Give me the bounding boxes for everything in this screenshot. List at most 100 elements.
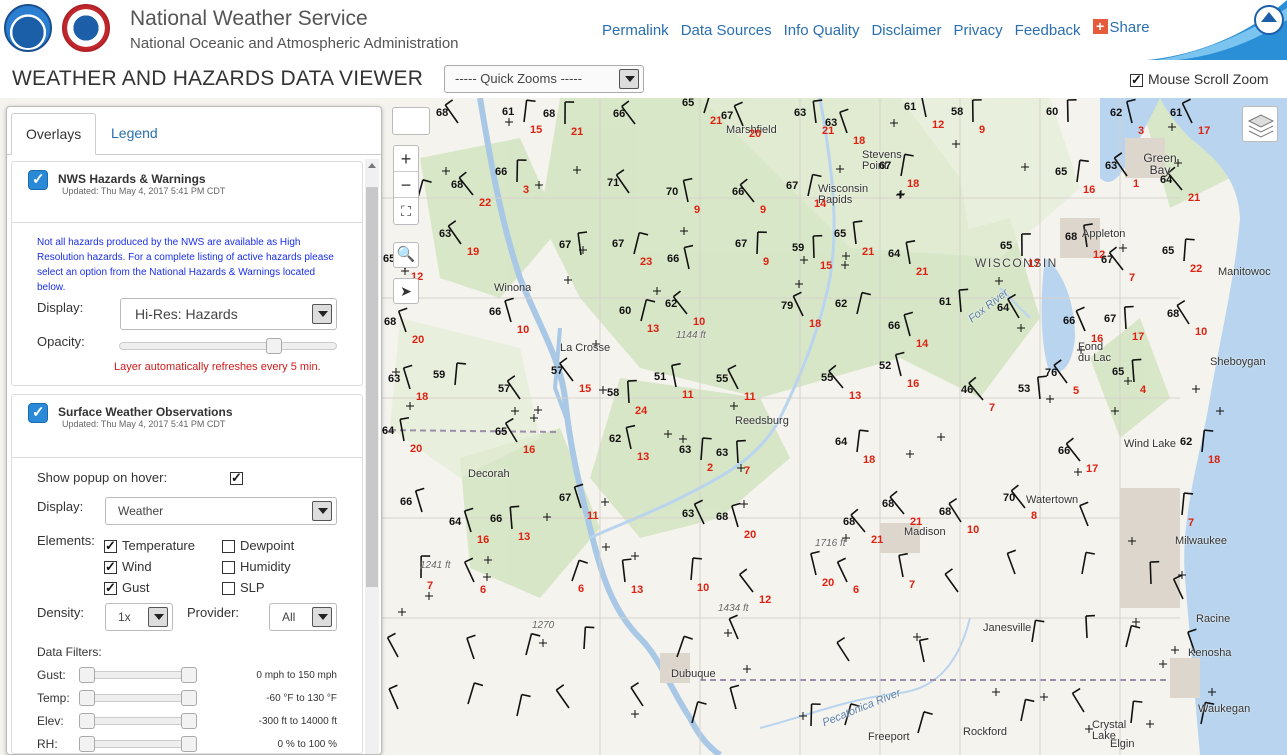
obs-temperature[interactable]: 63 — [439, 228, 451, 240]
nav-permalink[interactable]: Permalink — [602, 22, 669, 39]
obs-temperature[interactable]: 66 — [1063, 315, 1075, 327]
obs-gust[interactable]: 10 — [697, 582, 709, 594]
search-icon[interactable]: 🔍 — [393, 242, 419, 268]
chevron-down-icon[interactable] — [312, 607, 332, 627]
obs-gust[interactable]: 16 — [1083, 184, 1095, 196]
element-slp[interactable]: SLP — [222, 580, 265, 596]
obs-gust[interactable]: 21 — [862, 246, 874, 258]
filter-rh-min-handle[interactable] — [79, 736, 95, 752]
obs-gust[interactable]: 24 — [635, 405, 647, 417]
filter-temp-max-handle[interactable] — [181, 690, 197, 706]
obs-gust[interactable]: 7 — [909, 579, 915, 591]
obs-temperature[interactable]: 68 — [716, 511, 728, 523]
obs-temperature[interactable]: 55 — [821, 372, 833, 384]
obs-gust[interactable]: 20 — [410, 443, 422, 455]
panel-scrollbar[interactable] — [365, 159, 379, 754]
obs-temperature[interactable]: 68 — [1167, 308, 1179, 320]
obs-gust[interactable]: 17 — [1132, 331, 1144, 343]
obs-temperature[interactable]: 62 — [835, 298, 847, 310]
obs-temperature[interactable]: 70 — [666, 186, 678, 198]
filter-gust-max-handle[interactable] — [181, 667, 197, 683]
obs-temperature[interactable]: 58 — [951, 106, 963, 118]
obs-gust[interactable]: 13 — [647, 323, 659, 335]
obs-temperature[interactable]: 68 — [882, 498, 894, 510]
obs-temperature[interactable]: 65 — [1000, 240, 1012, 252]
obs-gust[interactable]: 20 — [744, 529, 756, 541]
obs-temperature[interactable]: 61 — [1170, 107, 1182, 119]
filter-gust-slider[interactable] — [79, 671, 197, 679]
surface-obs-checkbox[interactable] — [28, 403, 48, 423]
nav-disclaimer[interactable]: Disclaimer — [871, 22, 941, 39]
nav-info-quality[interactable]: Info Quality — [784, 22, 860, 39]
obs-temperature[interactable]: 68 — [543, 108, 555, 120]
obs-gust[interactable]: 4 — [1140, 384, 1146, 396]
obs-temperature[interactable]: 63 — [794, 107, 806, 119]
element-humidity[interactable]: Humidity — [222, 559, 291, 575]
obs-temperature[interactable]: 52 — [879, 360, 891, 372]
obs-temperature[interactable]: 67 — [735, 238, 747, 250]
obs-gust[interactable]: 20 — [412, 334, 424, 346]
element-gust[interactable]: Gust — [104, 580, 149, 596]
obs-temperature[interactable]: 57 — [551, 365, 563, 377]
obs-gust[interactable]: 5 — [1073, 385, 1079, 397]
popup-hover-checkbox[interactable] — [230, 470, 243, 486]
scroll-up-icon[interactable] — [368, 163, 376, 168]
site-subtitle[interactable]: National Oceanic and Atmospheric Adminis… — [130, 35, 459, 52]
nav-privacy[interactable]: Privacy — [953, 22, 1002, 39]
obs-temperature[interactable]: 66 — [1058, 445, 1070, 457]
obs-temperature[interactable]: 55 — [716, 373, 728, 385]
obs-gust[interactable]: 21 — [571, 126, 583, 138]
obs-temperature[interactable]: 67 — [1101, 254, 1113, 266]
mouse-scroll-zoom-checkbox[interactable] — [1130, 72, 1143, 88]
nav-data-sources[interactable]: Data Sources — [681, 22, 772, 39]
tab-overlays[interactable]: Overlays — [11, 113, 97, 155]
obs-gust[interactable]: 10 — [967, 524, 979, 536]
obs-temperature[interactable]: 70 — [1003, 492, 1015, 504]
obs-gust[interactable]: 12 — [759, 594, 771, 606]
obs-gust[interactable]: 13 — [631, 584, 643, 596]
chevron-down-icon[interactable] — [148, 607, 168, 627]
obs-gust[interactable]: 21 — [871, 534, 883, 546]
obs-temperature[interactable]: 62 — [609, 433, 621, 445]
obs-gust[interactable]: 18 — [1208, 454, 1220, 466]
provider-select[interactable]: All — [269, 603, 337, 631]
obs-gust[interactable]: 16 — [477, 534, 489, 546]
obs-gust[interactable]: 17 — [1198, 125, 1210, 137]
obs-temperature[interactable]: 67 — [879, 160, 891, 172]
obs-gust[interactable]: 12 — [932, 119, 944, 131]
filter-rh-max-handle[interactable] — [181, 736, 197, 752]
obs-temperature[interactable]: 57 — [498, 383, 510, 395]
obs-gust[interactable]: 18 — [863, 454, 875, 466]
layers-icon[interactable] — [1242, 106, 1278, 142]
obs-temperature[interactable]: 64 — [888, 248, 900, 260]
obs-temperature[interactable]: 67 — [559, 239, 571, 251]
obs-temperature[interactable]: 65 — [1055, 166, 1067, 178]
chevron-down-icon[interactable] — [312, 304, 332, 324]
obs-gust[interactable]: 3 — [1138, 125, 1144, 137]
obs-gust[interactable]: 9 — [979, 124, 985, 136]
filter-rh-slider[interactable] — [79, 740, 197, 748]
obs-temperature[interactable]: 62 — [1180, 436, 1192, 448]
obs-temperature[interactable]: 66 — [490, 513, 502, 525]
obs-gust[interactable]: 21 — [1188, 192, 1200, 204]
zoom-in-button[interactable]: + — [394, 146, 418, 172]
obs-gust[interactable]: 21 — [916, 266, 928, 278]
obs-gust[interactable]: 7 — [744, 465, 750, 477]
obs-temperature[interactable]: 64 — [382, 425, 394, 437]
obs-temperature[interactable]: 61 — [939, 296, 951, 308]
obs-temperature[interactable]: 61 — [502, 106, 514, 118]
filter-elev-max-handle[interactable] — [181, 713, 197, 729]
obs-temperature[interactable]: 71 — [607, 177, 619, 189]
obs-temperature[interactable]: 63 — [825, 117, 837, 129]
obs-gust[interactable]: 7 — [1129, 272, 1135, 284]
obs-temperature[interactable]: 51 — [654, 371, 666, 383]
mouse-scroll-zoom-toggle[interactable]: Mouse Scroll Zoom — [1130, 71, 1269, 88]
obs-temperature[interactable]: 60 — [619, 305, 631, 317]
element-temperature[interactable]: Temperature — [104, 538, 195, 554]
obs-gust[interactable]: 16 — [1091, 333, 1103, 345]
obs-temperature[interactable]: 67 — [786, 180, 798, 192]
obs-gust[interactable]: 7 — [427, 580, 433, 592]
element-wind[interactable]: Wind — [104, 559, 152, 575]
obs-temperature[interactable]: 67 — [559, 492, 571, 504]
obs-temperature[interactable]: 66 — [613, 108, 625, 120]
